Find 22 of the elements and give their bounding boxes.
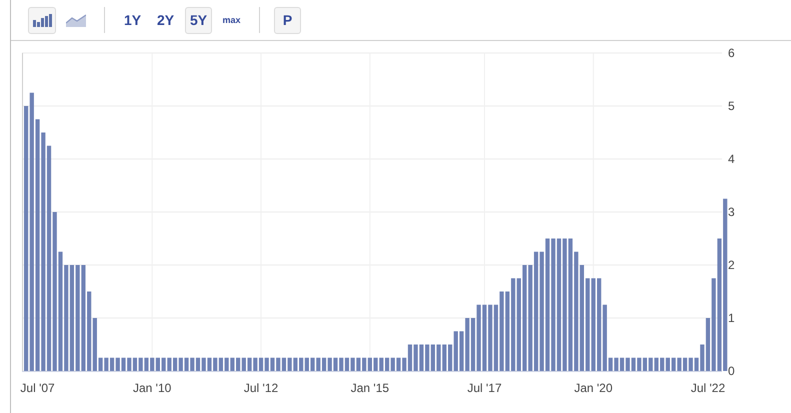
y-axis-label: 2 <box>728 258 735 272</box>
y-axis-label: 5 <box>728 99 735 113</box>
x-axis-label: Jan '10 <box>133 381 172 395</box>
x-axis-label: Jan '15 <box>350 381 390 395</box>
x-axis-label: Jul '17 <box>467 381 502 395</box>
y-axis-label: 1 <box>728 311 735 325</box>
bar-chart-icon <box>32 13 52 27</box>
range-button[interactable]: max <box>218 6 245 34</box>
range-button[interactable]: 5Y <box>185 6 212 34</box>
area-chart-icon <box>66 13 86 27</box>
toggle-button[interactable]: P <box>274 6 301 34</box>
y-axis-label: 3 <box>728 205 735 219</box>
x-axis-label: Jul '12 <box>244 381 278 395</box>
x-axis-label: Jan '20 <box>574 381 613 395</box>
y-axis-label: 4 <box>728 152 735 166</box>
bar-chart-button[interactable] <box>28 6 56 34</box>
range-button[interactable]: 1Y <box>119 6 146 34</box>
range-button[interactable]: 2Y <box>152 6 179 34</box>
x-axis-label: Jul '07 <box>20 381 55 395</box>
y-axis-label: 6 <box>728 46 735 60</box>
y-axis-label: 0 <box>728 364 735 378</box>
x-axis-label: Jul '22 <box>690 381 726 395</box>
